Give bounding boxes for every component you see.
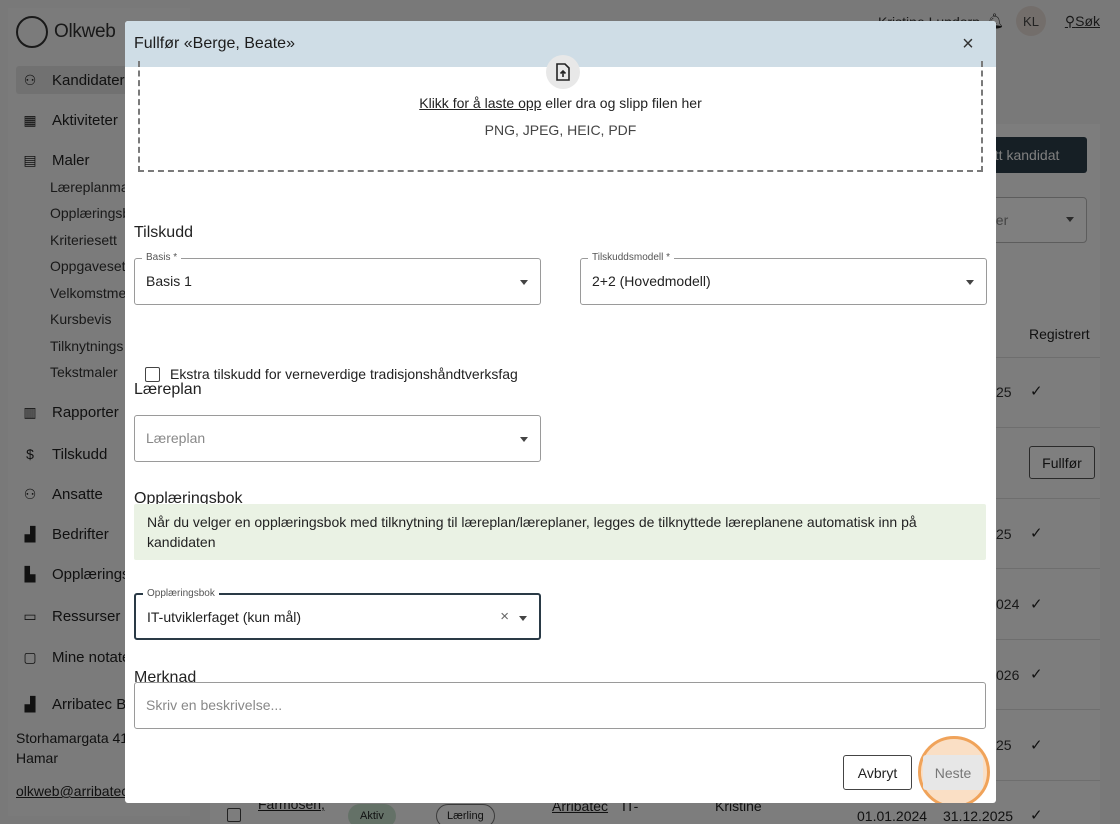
section-heading-tilskudd: Tilskudd (134, 224, 193, 241)
caret-down-icon (519, 616, 527, 621)
opplaeringsbok-value: IT-utviklerfaget (kun mål) (147, 609, 302, 625)
file-dropzone[interactable]: Klikk for å laste opp eller dra og slipp… (138, 55, 983, 172)
complete-candidate-dialog: Fullfør «Berge, Beate» × Klikk for å las… (125, 21, 996, 803)
merknad-placeholder: Skriv en beskrivelse... (146, 697, 283, 713)
tilskuddsmodell-label: Tilskuddsmodell * (588, 252, 674, 263)
next-button[interactable]: Neste (923, 755, 983, 790)
opplaeringsbok-select[interactable]: Opplæringsbok IT-utviklerfaget (kun mål)… (134, 588, 541, 640)
upload-instructions: Klikk for å laste opp eller dra og slipp… (140, 95, 981, 111)
dialog-title: Fullfør «Berge, Beate» (134, 35, 295, 52)
caret-down-icon (520, 437, 528, 442)
tilskuddsmodell-select[interactable]: Tilskuddsmodell * 2+2 (Hovedmodell) (580, 252, 987, 305)
clear-icon[interactable]: × (500, 608, 509, 625)
extra-grant-label: Ekstra tilskudd for verneverdige tradisj… (170, 366, 518, 382)
upload-link[interactable]: Klikk for å laste opp (419, 95, 541, 111)
tilskuddsmodell-value: 2+2 (Hovedmodell) (592, 273, 711, 289)
extra-grant-checkbox-row[interactable]: Ekstra tilskudd for verneverdige tradisj… (145, 366, 518, 382)
laereplan-select[interactable]: Læreplan (134, 415, 541, 462)
extra-grant-checkbox[interactable] (145, 366, 160, 382)
opplaeringsbok-label: Opplæringsbok (143, 588, 219, 599)
close-icon[interactable]: × (958, 34, 978, 54)
upload-file-types: PNG, JPEG, HEIC, PDF (484, 122, 637, 138)
cancel-button[interactable]: Avbryt (843, 755, 912, 790)
basis-label: Basis * (142, 252, 182, 263)
section-heading-laereplan: Læreplan (134, 381, 202, 398)
laereplan-placeholder: Læreplan (146, 430, 206, 446)
info-message: Når du velger en opplæringsbok med tilkn… (134, 504, 986, 560)
upload-file-icon (546, 55, 580, 89)
caret-down-icon (520, 280, 528, 285)
caret-down-icon (966, 280, 974, 285)
basis-value: Basis 1 (146, 273, 192, 289)
merknad-input[interactable]: Skriv en beskrivelse... (134, 682, 986, 729)
upload-rest-text: eller dra og slipp filen her (541, 95, 702, 111)
basis-select[interactable]: Basis * Basis 1 (134, 252, 541, 305)
